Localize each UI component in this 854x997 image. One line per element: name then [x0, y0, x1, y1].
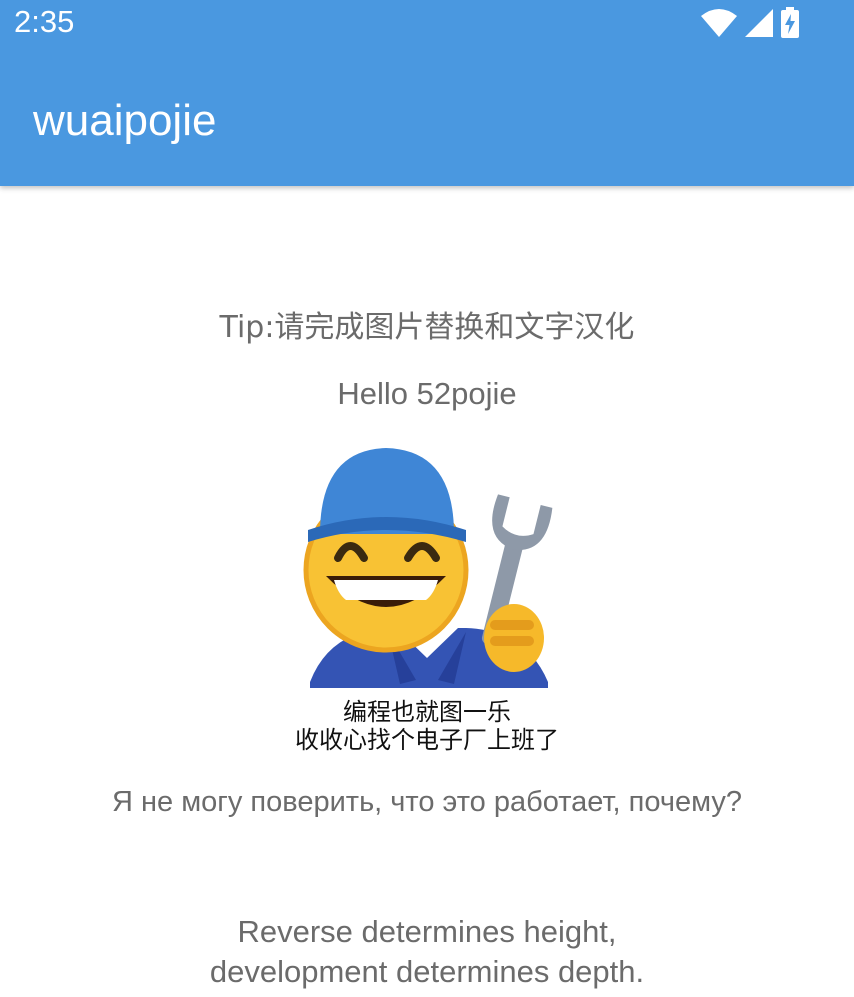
- russian-text: Я не могу поверить, что это работает, по…: [112, 786, 742, 818]
- tip-text: Tip:请完成图片替换和文字汉化: [219, 310, 635, 345]
- wifi-icon: [701, 9, 737, 37]
- app-title: wuaipojie: [33, 96, 217, 145]
- app-bar: 2:35 wuaipojie: [0, 0, 854, 186]
- main-content: Tip:请完成图片替换和文字汉化 Hello 52pojie 编程也就图一乐 收…: [0, 186, 854, 997]
- status-time: 2:35: [14, 4, 75, 39]
- meme-caption: 编程也就图一乐 收收心找个电子厂上班了: [270, 698, 584, 754]
- meme-caption-line1: 编程也就图一乐: [343, 698, 511, 726]
- hello-text: Hello 52pojie: [337, 376, 517, 411]
- meme-caption-line2: 收收心找个电子厂上班了: [295, 726, 559, 754]
- battery-charging-icon: [781, 7, 799, 38]
- status-icons: [700, 6, 800, 40]
- motto-line1: Reverse determines height,: [237, 914, 617, 949]
- motto-text: Reverse determines height, development d…: [0, 912, 854, 992]
- motto-line2: development determines depth.: [209, 954, 645, 989]
- cell-signal-icon: [745, 9, 773, 37]
